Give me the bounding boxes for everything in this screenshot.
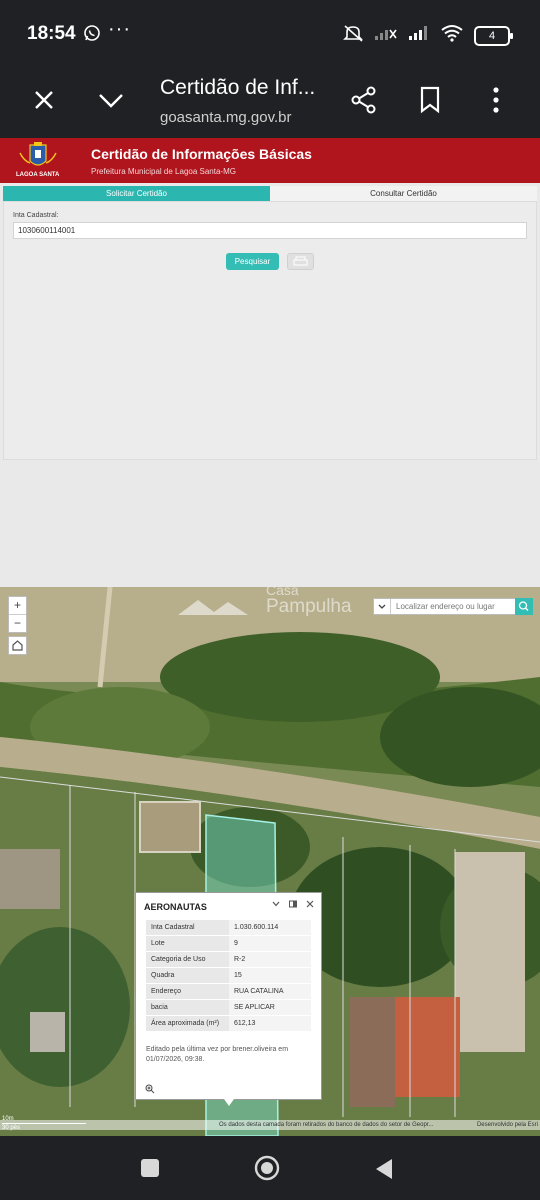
- attr-key: Área aproximada (m²): [146, 1016, 229, 1031]
- web-content: LAGOA SANTA Certidão de Informações Bási…: [0, 138, 540, 1136]
- signal-icon: [408, 25, 430, 46]
- status-bar: 18:54 ··· 4: [0, 0, 540, 68]
- share-icon[interactable]: [350, 85, 378, 120]
- mute-icon: [342, 24, 364, 47]
- bookmark-icon[interactable]: [418, 85, 442, 120]
- zoom-to-icon[interactable]: [145, 1084, 155, 1096]
- dock-icon[interactable]: [288, 899, 298, 912]
- status-time: 18:54: [27, 23, 76, 44]
- attr-key: Lote: [146, 936, 229, 951]
- site-title: Certidão de Informações Básicas: [91, 146, 312, 162]
- table-row: Área aproximada (m²) 612,13: [146, 1016, 311, 1031]
- home-icon: [12, 640, 23, 651]
- attr-key: Categoria de Uso: [146, 952, 229, 967]
- home-button[interactable]: [8, 636, 27, 655]
- popup-edit-info: Editado pela última vez por brener.olive…: [146, 1046, 289, 1063]
- table-row: Quadra 15: [146, 968, 311, 983]
- attr-value: 15: [229, 968, 311, 983]
- attr-key: Endereço: [146, 984, 229, 999]
- recents-icon[interactable]: [140, 1158, 160, 1183]
- zoom-in-button[interactable]: +: [9, 597, 26, 615]
- more-vert-icon[interactable]: [486, 85, 506, 120]
- table-row: bacia SE APLICAR: [146, 1000, 311, 1015]
- tab-solicitar-certidao[interactable]: Solicitar Certidão: [3, 186, 270, 201]
- table-row: Categoria de Uso R-2: [146, 952, 311, 967]
- chevron-down-icon: [378, 604, 386, 609]
- attr-value: 612,13: [229, 1016, 311, 1031]
- site-subtitle: Prefeitura Municipal de Lagoa Santa-MG: [91, 167, 236, 176]
- attr-value: SE APLICAR: [229, 1000, 311, 1015]
- search-icon: [518, 601, 529, 611]
- back-nav-icon[interactable]: [374, 1158, 394, 1185]
- map-view[interactable]: + − Casa Pampulha Localizar endereço ou …: [0, 587, 540, 1136]
- whatsapp-icon: [83, 24, 101, 47]
- site-header: LAGOA SANTA Certidão de Informações Bási…: [0, 138, 540, 183]
- wifi-icon: [440, 24, 464, 47]
- attr-value: 1.030.600.114: [229, 920, 311, 935]
- chevron-down-icon[interactable]: [97, 85, 125, 120]
- logo-caption: LAGOA SANTA: [16, 172, 60, 178]
- close-icon[interactable]: [32, 85, 56, 120]
- browser-toolbar: Certidão de Inf... goasanta.mg.gov.br: [0, 68, 540, 138]
- watermark: Casa Pampulha: [176, 587, 376, 622]
- popup-pointer: [224, 1099, 234, 1106]
- watermark-logo-icon: [178, 600, 248, 615]
- watermark-line2: Pampulha: [266, 596, 352, 617]
- map-search[interactable]: Localizar endereço ou lugar: [373, 598, 533, 615]
- search-button[interactable]: Pesquisar: [226, 253, 279, 270]
- city-logo: LAGOA SANTA: [14, 141, 62, 181]
- attribution-text: Os dados desta camada foram retirados do…: [219, 1122, 434, 1128]
- print-button[interactable]: [287, 253, 314, 270]
- esri-credit[interactable]: Desenvolvido pela Esri: [477, 1120, 538, 1130]
- table-row: Endereço RUA CATALINA: [146, 984, 311, 999]
- tab-bar: Solicitar Certidão Consultar Certidão: [3, 186, 537, 201]
- more-dots-icon: ···: [108, 18, 131, 40]
- tab-consultar-certidao[interactable]: Consultar Certidão: [270, 186, 537, 201]
- attr-value: R-2: [229, 952, 311, 967]
- print-icon: [293, 256, 308, 266]
- map-search-button[interactable]: [515, 598, 533, 615]
- table-row: Inta Cadastral 1.030.600.114: [146, 920, 311, 935]
- battery-icon: 4: [474, 25, 513, 46]
- feature-popup: AERONAUTAS Inta Cadastral 1.030.600.114 L…: [135, 892, 322, 1100]
- attr-key: Inta Cadastral: [146, 920, 229, 935]
- search-source-dropdown[interactable]: [374, 599, 391, 614]
- zoom-control: + −: [8, 596, 27, 633]
- attr-key: bacia: [146, 1000, 229, 1015]
- map-search-input[interactable]: Localizar endereço ou lugar: [396, 602, 495, 611]
- inscricao-label: Inta Cadastral:: [13, 212, 59, 219]
- signal-x-icon: [374, 25, 398, 46]
- map-attribution: Os dados desta camada foram retirados do…: [0, 1120, 540, 1130]
- popup-title: AERONAUTAS: [144, 902, 207, 912]
- system-nav-bar: [0, 1136, 540, 1200]
- home-nav-icon[interactable]: [254, 1155, 280, 1186]
- close-popup-icon[interactable]: [305, 899, 315, 912]
- attr-value: 9: [229, 936, 311, 951]
- table-row: Lote 9: [146, 936, 311, 951]
- inscricao-input[interactable]: 1030600114001: [13, 222, 527, 239]
- attr-value: RUA CATALINA: [229, 984, 311, 999]
- search-panel: Inta Cadastral: 1030600114001 Pesquisar: [3, 201, 537, 460]
- popup-attribute-table: Inta Cadastral 1.030.600.114 Lote 9 Catego…: [146, 920, 311, 1032]
- zoom-out-button[interactable]: −: [9, 615, 26, 632]
- attr-key: Quadra: [146, 968, 229, 983]
- page-title[interactable]: Certidão de Inf...: [160, 76, 315, 100]
- collapse-icon[interactable]: [271, 899, 281, 912]
- page-url[interactable]: goasanta.mg.gov.br: [160, 109, 291, 126]
